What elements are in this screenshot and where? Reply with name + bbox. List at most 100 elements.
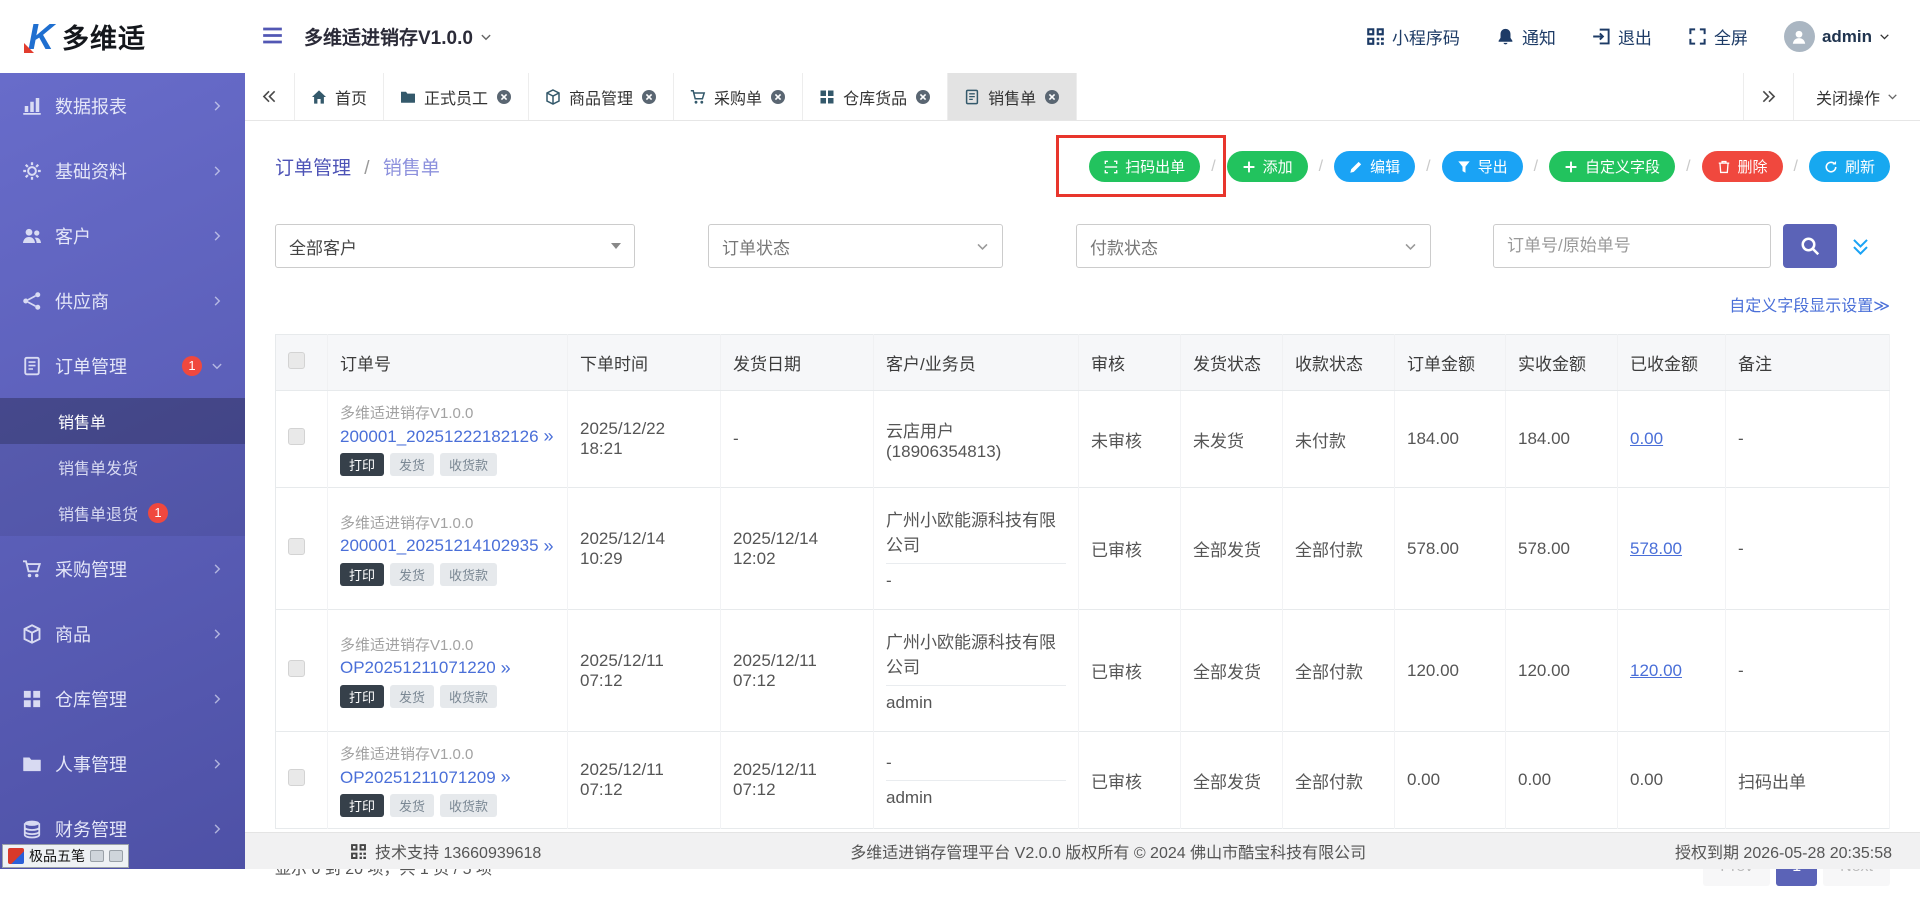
sidebar-item-suppliers[interactable]: 供应商 bbox=[0, 268, 245, 333]
order-number-link[interactable]: 200001_20251214102935 bbox=[340, 536, 539, 556]
tabs-scroll-left-button[interactable] bbox=[245, 73, 295, 120]
order-tag[interactable]: 发货 bbox=[390, 685, 434, 708]
tab-home[interactable]: 首页 bbox=[295, 73, 384, 120]
logout-button[interactable]: 退出 bbox=[1592, 24, 1652, 49]
order-number-link[interactable]: 200001_20251222182126 bbox=[340, 427, 539, 447]
table-row[interactable]: 多维适进销存V1.0.0 200001_20251214102935 » 打印发… bbox=[276, 488, 1890, 610]
app-title-dropdown[interactable]: 多维适进销存V1.0.0 bbox=[304, 23, 492, 50]
order-tag[interactable]: 收货款 bbox=[440, 453, 497, 476]
col-header-pay-status[interactable]: 收款状态 bbox=[1283, 335, 1395, 391]
col-header-remark[interactable]: 备注 bbox=[1726, 335, 1890, 391]
sidebar-item-products[interactable]: 商品 bbox=[0, 601, 245, 666]
notifications-button[interactable]: 通知 bbox=[1496, 24, 1556, 49]
delete-button[interactable]: 删除 bbox=[1702, 151, 1783, 182]
order-expand-icon[interactable]: » bbox=[544, 426, 554, 447]
order-tag[interactable]: 打印 bbox=[340, 563, 384, 586]
sidebar-item-order-management[interactable]: 订单管理 1 bbox=[0, 333, 245, 398]
select-all-checkbox[interactable] bbox=[288, 352, 305, 369]
tab-sales-order[interactable]: 销售单 bbox=[948, 73, 1077, 120]
order-tag[interactable]: 收货款 bbox=[440, 794, 497, 817]
col-header-order-time[interactable]: 下单时间 bbox=[568, 335, 721, 391]
export-button[interactable]: 导出 bbox=[1442, 151, 1523, 182]
order-app-label: 多维适进销存V1.0.0 bbox=[340, 634, 555, 655]
order-expand-icon[interactable]: » bbox=[544, 536, 554, 557]
sidebar-subitem-sales-shipping[interactable]: 销售单发货 bbox=[0, 444, 245, 490]
row-checkbox[interactable] bbox=[288, 428, 305, 445]
col-header-ship-date[interactable]: 发货日期 bbox=[721, 335, 874, 391]
order-tag[interactable]: 发货 bbox=[390, 794, 434, 817]
close-operations-dropdown[interactable]: 关闭操作 bbox=[1793, 73, 1920, 120]
customer-select[interactable]: 全部客户 bbox=[275, 224, 635, 268]
tab-close-icon[interactable] bbox=[496, 89, 512, 105]
sidebar-subitem-sales-order[interactable]: 销售单 bbox=[0, 398, 245, 444]
order-expand-icon[interactable]: » bbox=[501, 767, 511, 788]
row-checkbox[interactable] bbox=[288, 538, 305, 555]
sidebar-item-hr-management[interactable]: 人事管理 bbox=[0, 731, 245, 796]
miniprogram-qr-button[interactable]: 小程序码 bbox=[1366, 24, 1460, 49]
row-checkbox[interactable] bbox=[288, 769, 305, 786]
col-header-ship-status[interactable]: 发货状态 bbox=[1181, 335, 1283, 391]
expand-filters-button[interactable] bbox=[1851, 237, 1870, 256]
collected-amount-link[interactable]: 0.00 bbox=[1630, 429, 1663, 448]
order-number-link[interactable]: OP20251211071209 bbox=[340, 768, 496, 788]
custom-field-button[interactable]: 自定义字段 bbox=[1549, 151, 1675, 182]
order-tag[interactable]: 收货款 bbox=[440, 685, 497, 708]
ime-toolbar[interactable]: 极品五笔 bbox=[2, 844, 129, 868]
breadcrumb-parent[interactable]: 订单管理 bbox=[275, 158, 351, 179]
col-header-order-no[interactable]: 订单号 bbox=[328, 335, 568, 391]
user-menu[interactable]: admin bbox=[1784, 21, 1890, 52]
menu-toggle-icon[interactable] bbox=[261, 23, 284, 50]
order-tag[interactable]: 发货 bbox=[390, 563, 434, 586]
sidebar-item-warehouse-management[interactable]: 仓库管理 bbox=[0, 666, 245, 731]
order-tag[interactable]: 打印 bbox=[340, 453, 384, 476]
tab-close-icon[interactable] bbox=[770, 89, 786, 105]
tab-close-icon[interactable] bbox=[1044, 89, 1060, 105]
col-header-collected-amount[interactable]: 已收金额 bbox=[1618, 335, 1726, 391]
order-tag[interactable]: 打印 bbox=[340, 794, 384, 817]
tab-close-icon[interactable] bbox=[915, 89, 931, 105]
custom-field-settings-link[interactable]: 自定义字段显示设置≫ bbox=[1729, 298, 1890, 315]
col-header-received-amount[interactable]: 实收金额 bbox=[1506, 335, 1618, 391]
table-row[interactable]: 多维适进销存V1.0.0 200001_20251222182126 » 打印发… bbox=[276, 391, 1890, 488]
tab-employees[interactable]: 正式员工 bbox=[384, 73, 529, 120]
sidebar-item-data-reports[interactable]: 数据报表 bbox=[0, 73, 245, 138]
sidebar-subitem-sales-returns[interactable]: 销售单退货 1 bbox=[0, 490, 245, 536]
chart-icon bbox=[22, 96, 42, 116]
order-search-input[interactable] bbox=[1494, 225, 1770, 267]
order-expand-icon[interactable]: » bbox=[501, 658, 511, 679]
col-header-order-amount[interactable]: 订单金额 bbox=[1395, 335, 1506, 391]
col-header-customer[interactable]: 客户/业务员 bbox=[874, 335, 1079, 391]
sidebar-item-customers[interactable]: 客户 bbox=[0, 203, 245, 268]
scan-out-button[interactable]: 扫码出单 bbox=[1089, 151, 1200, 182]
tab-close-icon[interactable] bbox=[641, 89, 657, 105]
ime-settings-icon[interactable] bbox=[109, 850, 123, 862]
order-tag[interactable]: 打印 bbox=[340, 685, 384, 708]
ime-keyboard-icon[interactable] bbox=[90, 850, 104, 862]
table-row[interactable]: 多维适进销存V1.0.0 OP20251211071209 » 打印发货收货款 … bbox=[276, 732, 1890, 829]
order-tag[interactable]: 收货款 bbox=[440, 563, 497, 586]
tab-product-management[interactable]: 商品管理 bbox=[529, 73, 674, 120]
tab-purchase-order[interactable]: 采购单 bbox=[674, 73, 803, 120]
edit-button[interactable]: 编辑 bbox=[1334, 151, 1415, 182]
order-status-select[interactable]: 订单状态 bbox=[708, 224, 1003, 268]
tabs-scroll-right-button[interactable] bbox=[1743, 73, 1793, 120]
col-header-audit[interactable]: 审核 bbox=[1079, 335, 1181, 391]
order-number-link[interactable]: OP20251211071220 bbox=[340, 658, 496, 678]
chevron-down-icon bbox=[1887, 91, 1898, 102]
collected-amount-link[interactable]: 578.00 bbox=[1630, 539, 1682, 558]
collected-amount-link[interactable]: 120.00 bbox=[1630, 661, 1682, 680]
fullscreen-button[interactable]: 全屏 bbox=[1688, 24, 1748, 49]
toolbar-separator: / bbox=[1211, 158, 1215, 176]
sidebar-item-purchase-management[interactable]: 采购管理 bbox=[0, 536, 245, 601]
refresh-button[interactable]: 刷新 bbox=[1809, 151, 1890, 182]
collected-amount-link[interactable]: 0.00 bbox=[1630, 770, 1663, 789]
table-row[interactable]: 多维适进销存V1.0.0 OP20251211071220 » 打印发货收货款 … bbox=[276, 610, 1890, 732]
add-button[interactable]: 添加 bbox=[1227, 151, 1308, 182]
sidebar-item-basic-data[interactable]: 基础资料 bbox=[0, 138, 245, 203]
app-logo[interactable]: K 多维适 bbox=[0, 17, 245, 56]
tab-warehouse-goods[interactable]: 仓库货品 bbox=[803, 73, 948, 120]
row-checkbox[interactable] bbox=[288, 660, 305, 677]
order-tag[interactable]: 发货 bbox=[390, 453, 434, 476]
payment-status-select[interactable]: 付款状态 bbox=[1076, 224, 1431, 268]
search-button[interactable] bbox=[1783, 224, 1837, 268]
